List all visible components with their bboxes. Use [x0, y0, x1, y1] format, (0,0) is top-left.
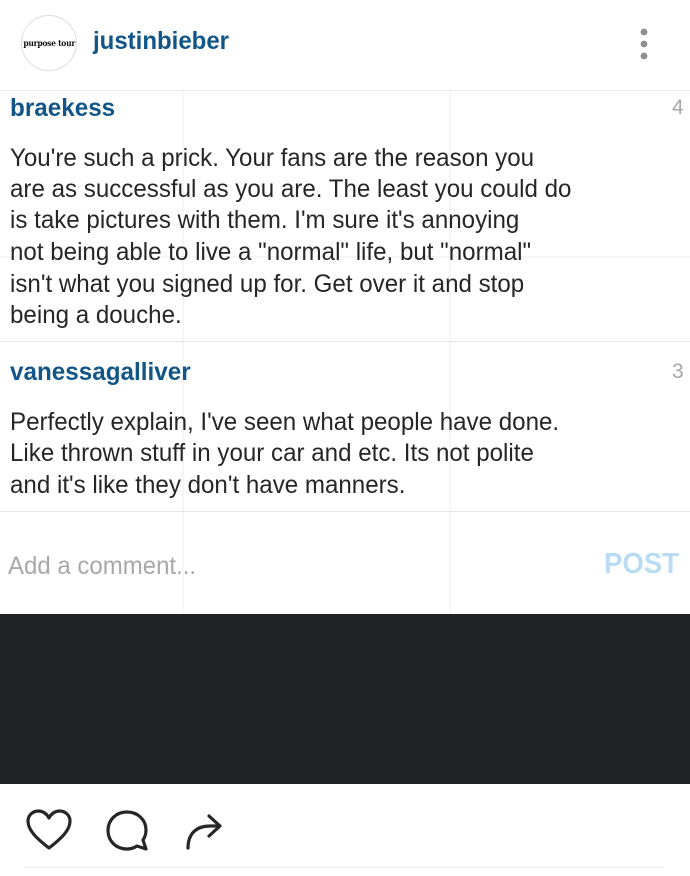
post-button[interactable]: POST	[604, 548, 679, 581]
heart-icon[interactable]	[24, 806, 74, 856]
more-vertical-icon[interactable]	[630, 24, 658, 64]
comment-username[interactable]: braekess	[10, 94, 115, 123]
comment-text-line: Perfectly explain, I've seen what people…	[10, 408, 560, 436]
comment-text-line: Like thrown stuff in your car and etc. I…	[10, 439, 534, 467]
comment-text-line: You're such a prick. Your fans are the r…	[10, 144, 535, 172]
divider	[0, 90, 690, 91]
post-header: purpose tour justinbieber	[0, 0, 690, 90]
divider	[24, 867, 664, 868]
comment-text-line: isn't what you signed up for. Get over i…	[10, 270, 525, 298]
image-dark-band	[0, 614, 690, 784]
comment-username[interactable]: vanessagalliver	[10, 358, 191, 387]
add-comment-input[interactable]: Add a comment...	[8, 552, 196, 581]
post-image-comments: braekess 4 You're such a prick. Your fan…	[0, 90, 690, 614]
avatar-logo-text: purpose tour	[23, 38, 75, 48]
avatar[interactable]: purpose tour	[21, 15, 77, 71]
post-username[interactable]: justinbieber	[93, 27, 229, 56]
comment-text-line: is take pictures with them. I'm sure it'…	[10, 206, 520, 234]
post-actions	[0, 784, 690, 876]
comment-text-line: are as successful as you are. The least …	[10, 175, 572, 203]
comment-text-line: and it's like they don't have manners.	[10, 471, 406, 499]
share-arrow-icon[interactable]	[180, 806, 230, 856]
comment-bubble-icon[interactable]	[102, 806, 152, 856]
comment-text-line: not being able to live a "normal" life, …	[10, 238, 532, 266]
instagram-post: purpose tour justinbieber braekess 4 You…	[0, 0, 690, 876]
divider	[0, 341, 690, 342]
comment-time: 4	[672, 96, 684, 119]
comment-text-line: being a douche.	[10, 301, 182, 329]
divider	[0, 511, 690, 512]
comment-time: 3	[672, 360, 684, 383]
